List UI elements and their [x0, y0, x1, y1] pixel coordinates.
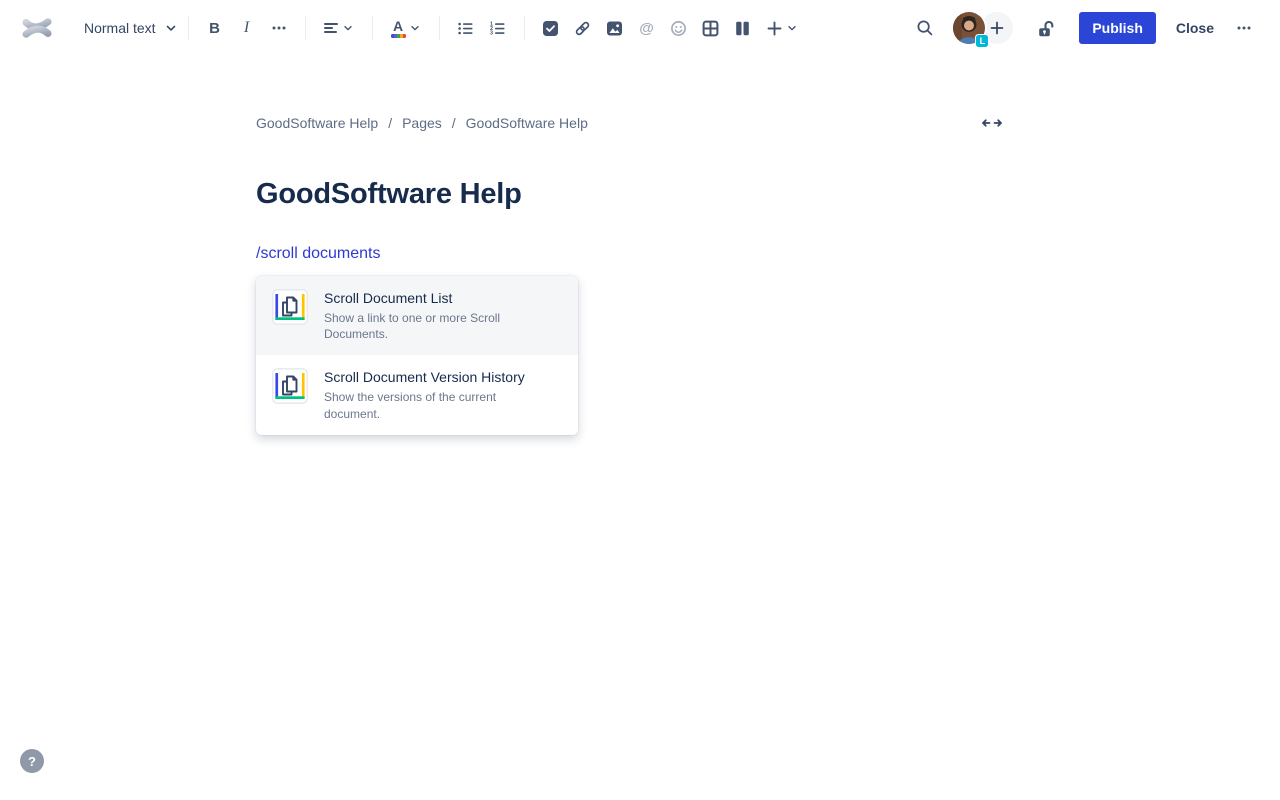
more-actions-button[interactable]	[1228, 12, 1260, 44]
question-icon: ?	[28, 754, 36, 769]
autocomplete-item-scroll-document-list[interactable]: Scroll Document List Show a link to one …	[256, 276, 578, 355]
bold-icon: B	[209, 20, 220, 37]
toolbar-divider	[188, 16, 189, 40]
publish-button[interactable]: Publish	[1079, 12, 1156, 44]
bold-button[interactable]: B	[199, 12, 231, 44]
plus-icon	[989, 20, 1005, 36]
image-icon	[606, 20, 623, 37]
numbered-list-button[interactable]: 1 2 3	[482, 12, 514, 44]
layouts-icon	[734, 20, 751, 37]
text-color-icon: A	[391, 19, 406, 38]
alignment-button[interactable]	[316, 12, 362, 44]
confluence-logo-icon	[22, 13, 52, 43]
scroll-document-icon	[272, 289, 308, 325]
text-color-button[interactable]: A	[383, 12, 429, 44]
breadcrumb-pages-link[interactable]: Pages	[402, 115, 442, 131]
more-formatting-button[interactable]	[263, 12, 295, 44]
breadcrumb-space-link[interactable]: GoodSoftware Help	[256, 115, 378, 131]
more-icon	[271, 20, 287, 36]
chevron-down-icon	[164, 21, 178, 35]
chevron-down-icon	[409, 22, 421, 34]
autocomplete-item-title: Scroll Document Version History	[324, 369, 532, 385]
restrictions-button[interactable]	[1029, 12, 1061, 44]
align-icon	[323, 20, 339, 36]
toolbar-divider	[305, 16, 306, 40]
toolbar-divider	[524, 16, 525, 40]
autocomplete-item-description: Show the versions of the current documen…	[324, 389, 532, 421]
task-list-button[interactable]	[535, 12, 567, 44]
unlock-icon	[1036, 19, 1055, 38]
autocomplete-item-title: Scroll Document List	[324, 290, 532, 306]
text-style-dropdown[interactable]: Normal text	[84, 12, 178, 44]
task-list-icon	[542, 20, 559, 37]
table-icon	[702, 20, 719, 37]
autocomplete-menu: Scroll Document List Show a link to one …	[256, 276, 578, 435]
breadcrumb-separator: /	[388, 115, 392, 131]
emoji-icon	[670, 20, 687, 37]
table-button[interactable]	[695, 12, 727, 44]
expand-icon	[980, 115, 1004, 131]
chevron-down-icon	[342, 22, 354, 34]
plus-icon	[766, 20, 783, 37]
mention-icon: @	[639, 20, 654, 37]
link-icon	[574, 20, 591, 37]
expand-width-button[interactable]	[976, 110, 1008, 136]
slash-command-text: /scroll documents	[256, 245, 381, 262]
breadcrumb-page-link[interactable]: GoodSoftware Help	[466, 115, 588, 131]
avatar-badge: L	[975, 34, 989, 48]
layouts-button[interactable]	[727, 12, 759, 44]
search-icon	[916, 19, 934, 37]
breadcrumb-separator: /	[452, 115, 456, 131]
link-button[interactable]	[567, 12, 599, 44]
autocomplete-item-scroll-document-version-history[interactable]: Scroll Document Version History Show the…	[256, 355, 578, 434]
text-style-label: Normal text	[84, 20, 156, 36]
italic-button[interactable]: I	[231, 12, 263, 44]
close-button[interactable]: Close	[1170, 14, 1220, 42]
numbered-list-icon: 1 2 3	[489, 20, 506, 37]
emoji-button[interactable]	[663, 12, 695, 44]
image-button[interactable]	[599, 12, 631, 44]
mention-button[interactable]: @	[631, 12, 663, 44]
autocomplete-item-description: Show a link to one or more Scroll Docume…	[324, 310, 532, 342]
toolbar-divider	[439, 16, 440, 40]
help-button[interactable]: ?	[20, 749, 44, 773]
more-icon	[1236, 20, 1252, 36]
bullet-list-button[interactable]	[450, 12, 482, 44]
chevron-down-icon	[786, 22, 798, 34]
toolbar-divider	[372, 16, 373, 40]
user-avatar[interactable]: L	[951, 10, 987, 46]
breadcrumb: GoodSoftware Help / Pages / GoodSoftware…	[256, 115, 588, 131]
page-title[interactable]: GoodSoftware Help	[256, 178, 522, 211]
svg-text:3: 3	[490, 30, 493, 36]
editor-content[interactable]: /scroll documents	[256, 245, 381, 263]
bullet-list-icon	[457, 20, 474, 37]
editor-toolbar: Normal text B I A	[0, 0, 1280, 56]
insert-menu-button[interactable]	[759, 12, 805, 44]
search-button[interactable]	[909, 12, 941, 44]
scroll-document-icon	[272, 368, 308, 404]
italic-icon: I	[244, 19, 249, 37]
